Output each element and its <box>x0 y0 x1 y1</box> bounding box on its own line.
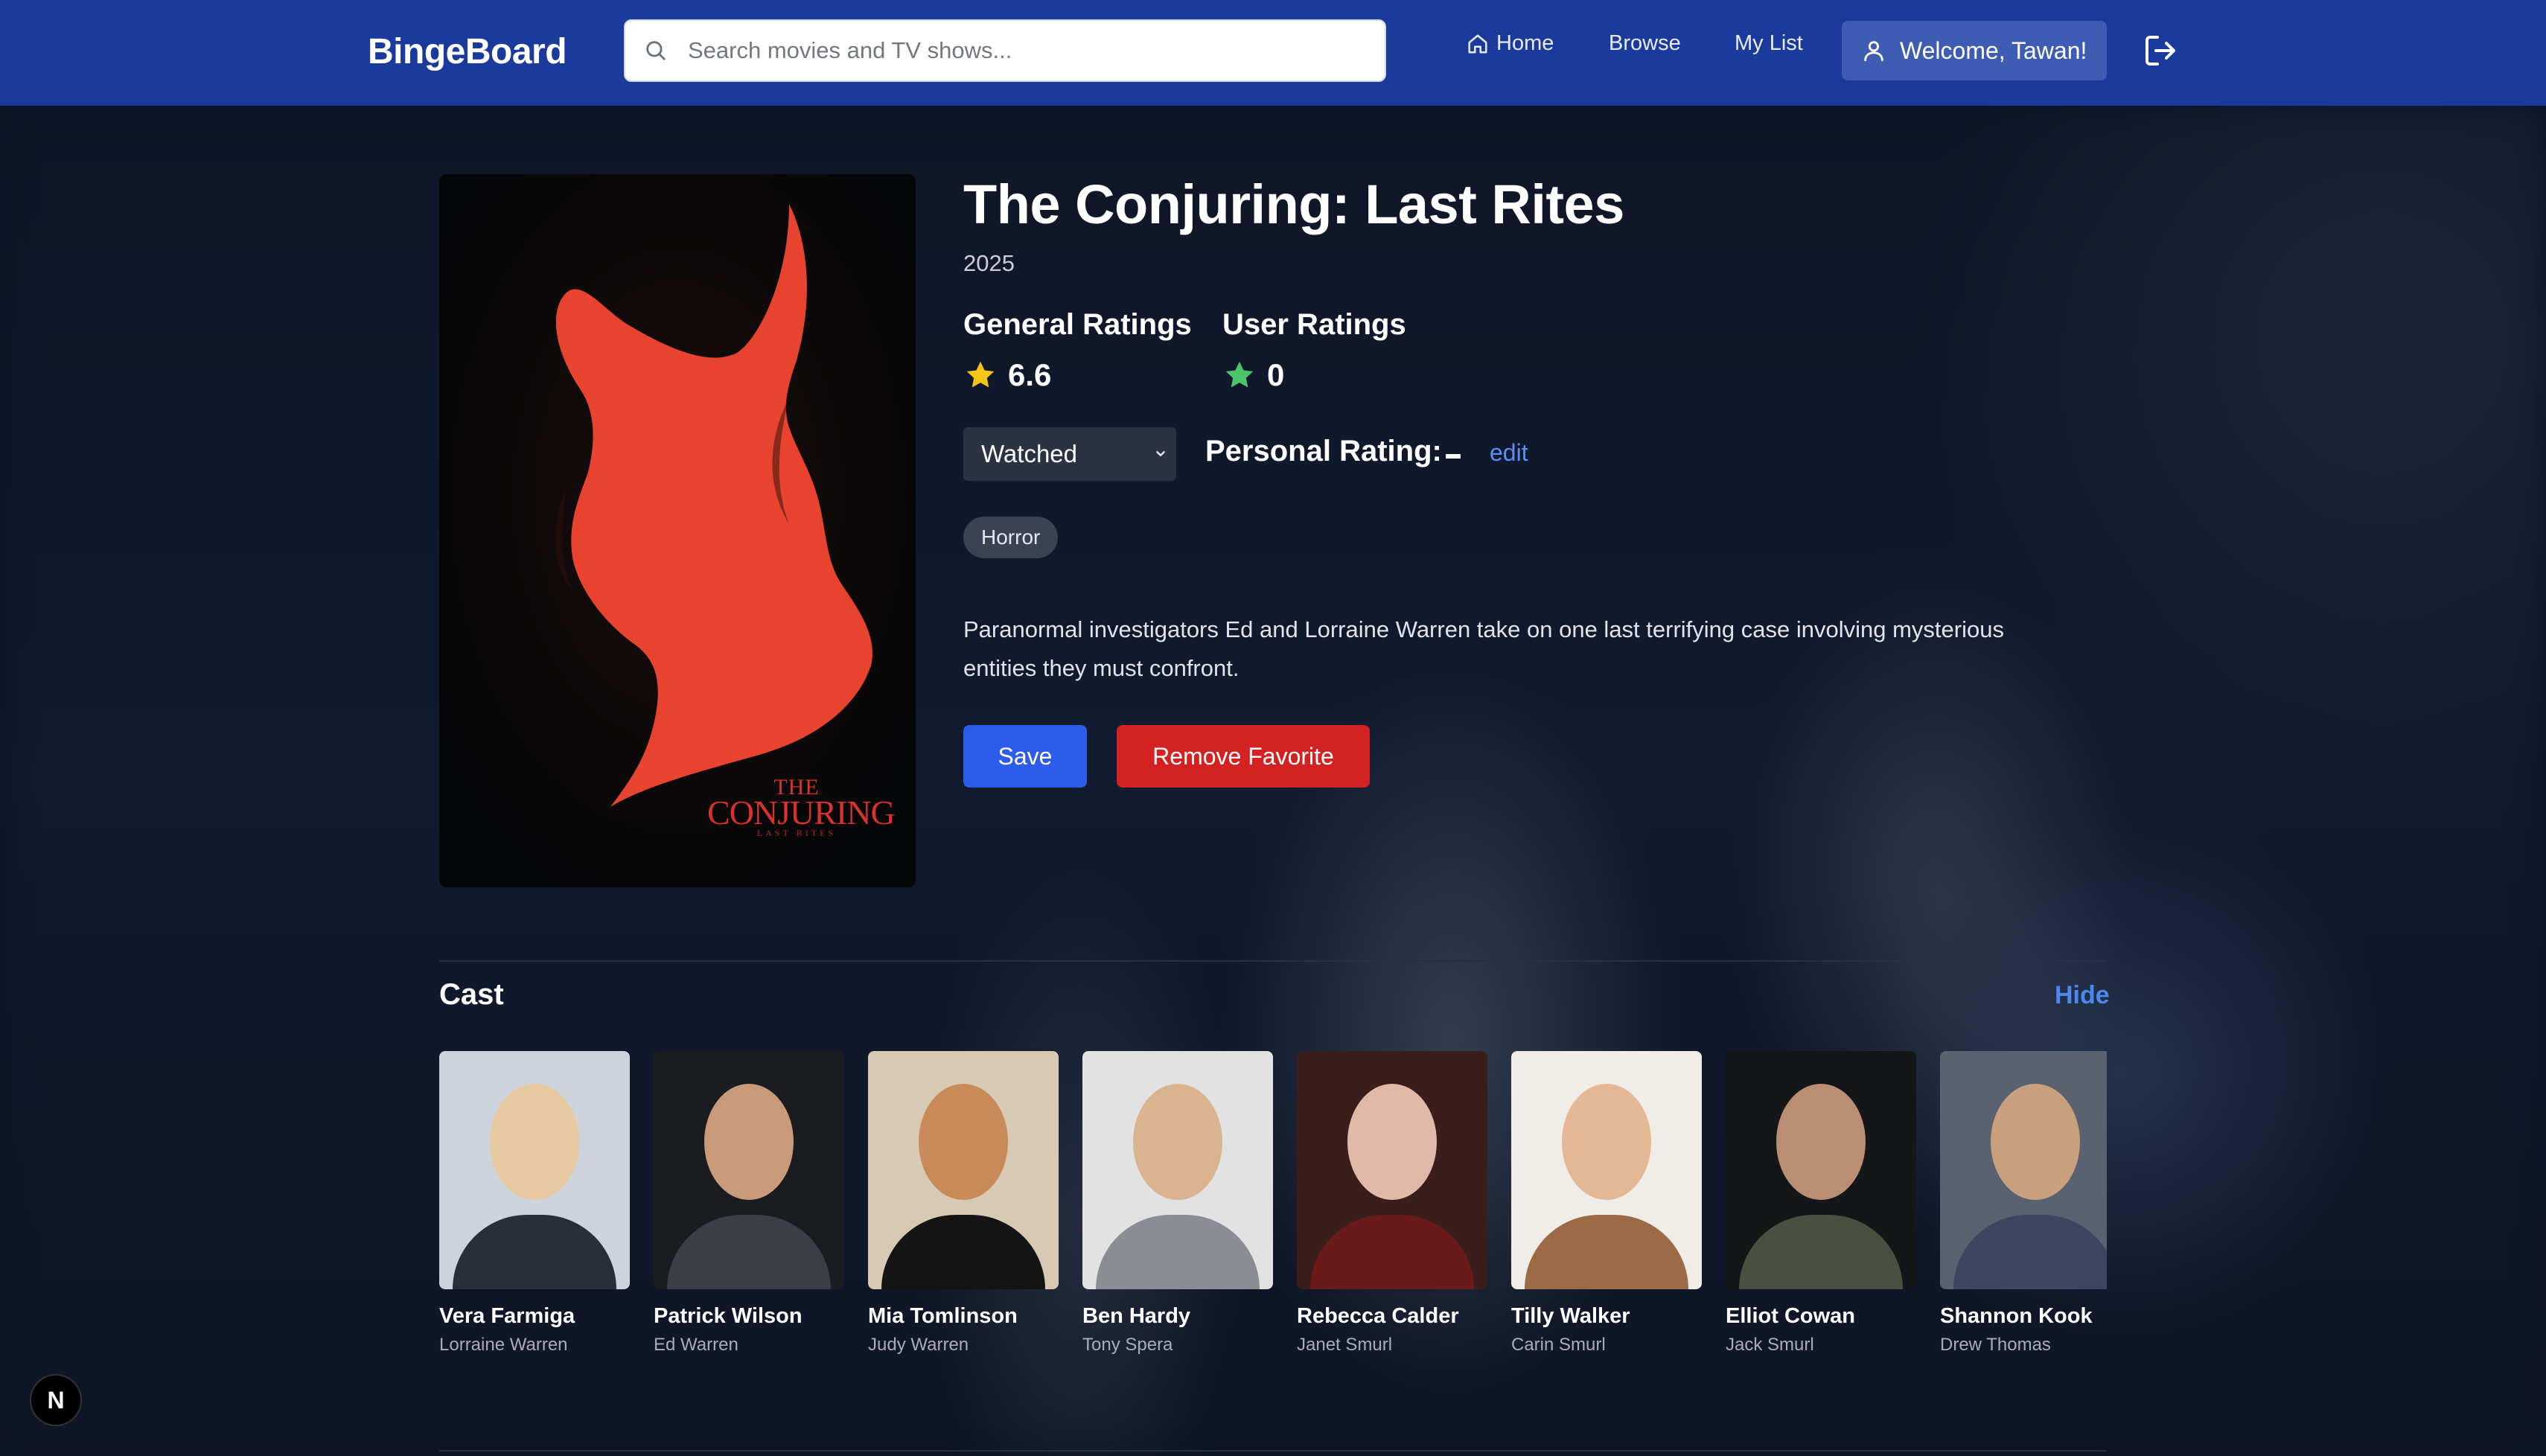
cast-role: Tony Spera <box>1082 1335 1173 1355</box>
search-icon <box>646 41 666 60</box>
cast-photo <box>1082 1051 1273 1289</box>
cast-role: Carin Smurl <box>1511 1335 1606 1355</box>
watch-status-value: Watched <box>981 440 1078 467</box>
search-input[interactable] <box>688 37 1343 64</box>
cast-card[interactable]: Patrick Wilson Ed Warren <box>654 1051 844 1356</box>
dev-tools-badge[interactable]: N <box>30 1374 82 1426</box>
cast-card[interactable]: Mia Tomlinson Judy Warren <box>868 1051 1059 1356</box>
cast-name: Vera Farmiga <box>439 1304 575 1328</box>
movie-year: 2025 <box>963 250 1015 276</box>
cast-role: Jack Smurl <box>1726 1335 1814 1355</box>
cast-photo <box>439 1051 630 1289</box>
cast-card[interactable]: Rebecca Calder Janet Smurl <box>1297 1051 1487 1356</box>
cast-photo <box>1511 1051 1702 1289</box>
personal-rating-edit-link[interactable]: edit <box>1490 439 1528 467</box>
cast-photo <box>654 1051 844 1289</box>
nav-home-link[interactable]: Home <box>1467 31 1554 56</box>
cast-name: Rebecca Calder <box>1297 1304 1459 1328</box>
cast-photo <box>868 1051 1059 1289</box>
general-ratings-heading: General Ratings <box>963 308 1192 341</box>
poster-title-line-2: CONJURING <box>707 794 896 831</box>
personal-rating-empty-value <box>1446 454 1461 459</box>
section-divider <box>439 960 2107 962</box>
cast-photo <box>1726 1051 1916 1289</box>
cast-name: Patrick Wilson <box>654 1304 803 1328</box>
nav-my-list-link[interactable]: My List <box>1735 31 1803 56</box>
cast-hide-toggle[interactable]: Hide <box>2055 981 2110 1010</box>
save-button[interactable]: Save <box>963 725 1087 788</box>
nav-home-label: Home <box>1496 31 1554 55</box>
user-ratings-heading: User Ratings <box>1222 308 1406 341</box>
cast-name: Mia Tomlinson <box>868 1304 1018 1328</box>
movie-poster: THE CONJURING LAST RITES <box>439 174 916 887</box>
cast-card[interactable]: Tilly Walker Carin Smurl <box>1511 1051 1702 1356</box>
movie-synopsis: Paranormal investigators Ed and Lorraine… <box>963 616 2004 681</box>
cast-role: Drew Thomas <box>1940 1335 2051 1355</box>
personal-rating-label: Personal Rating: <box>1205 435 1442 467</box>
logout-icon[interactable] <box>2143 33 2178 68</box>
cast-role: Judy Warren <box>868 1335 969 1355</box>
cast-name: Tilly Walker <box>1511 1304 1630 1328</box>
cast-role: Lorraine Warren <box>439 1335 568 1355</box>
movie-title: The Conjuring: Last Rites <box>963 173 1624 235</box>
user-menu-button[interactable]: Welcome, Tawan! <box>1842 21 2107 80</box>
user-icon <box>1864 41 1883 62</box>
nav-browse-link[interactable]: Browse <box>1609 31 1681 56</box>
home-icon <box>1468 34 1487 53</box>
cast-list: Vera Farmiga Lorraine Warren Patrick Wil… <box>439 1051 2107 1364</box>
cast-card[interactable]: Elliot Cowan Jack Smurl <box>1726 1051 1916 1356</box>
general-rating-value: 6.6 <box>1008 357 1052 392</box>
cast-name: Shannon Kook <box>1940 1304 2093 1328</box>
top-navigation-bar: BingeBoard Home Browse My List Welcome, … <box>0 0 2546 106</box>
cast-role: Janet Smurl <box>1297 1335 1393 1355</box>
cast-photo <box>1297 1051 1487 1289</box>
cast-card[interactable]: Shannon Kook Drew Thomas <box>1940 1051 2107 1356</box>
cast-role: Ed Warren <box>654 1335 738 1355</box>
cast-name: Elliot Cowan <box>1726 1304 1855 1328</box>
remove-favorite-button[interactable]: Remove Favorite <box>1117 725 1370 788</box>
cast-card[interactable]: Vera Farmiga Lorraine Warren <box>439 1051 630 1356</box>
user-rating-value: 0 <box>1267 357 1285 392</box>
user-rating: 0 <box>1222 357 1284 393</box>
star-icon <box>966 361 995 388</box>
star-icon <box>1225 361 1254 388</box>
genre-tag: Horror <box>963 517 1059 558</box>
cast-card[interactable]: Ben Hardy Tony Spera <box>1082 1051 1273 1356</box>
brand-logo[interactable]: BingeBoard <box>368 31 567 72</box>
general-rating: 6.6 <box>963 357 1051 393</box>
section-divider <box>439 1450 2107 1452</box>
watch-status-select[interactable]: Watched <box>963 427 1176 481</box>
poster-title-text: THE CONJURING LAST RITES <box>707 776 896 839</box>
cast-photo <box>1940 1051 2107 1289</box>
cast-heading: Cast <box>439 978 504 1011</box>
welcome-label: Welcome, Tawan! <box>1900 36 2087 64</box>
search-box[interactable] <box>624 19 1386 82</box>
cast-name: Ben Hardy <box>1082 1304 1191 1328</box>
chevron-down-icon <box>1156 451 1165 457</box>
